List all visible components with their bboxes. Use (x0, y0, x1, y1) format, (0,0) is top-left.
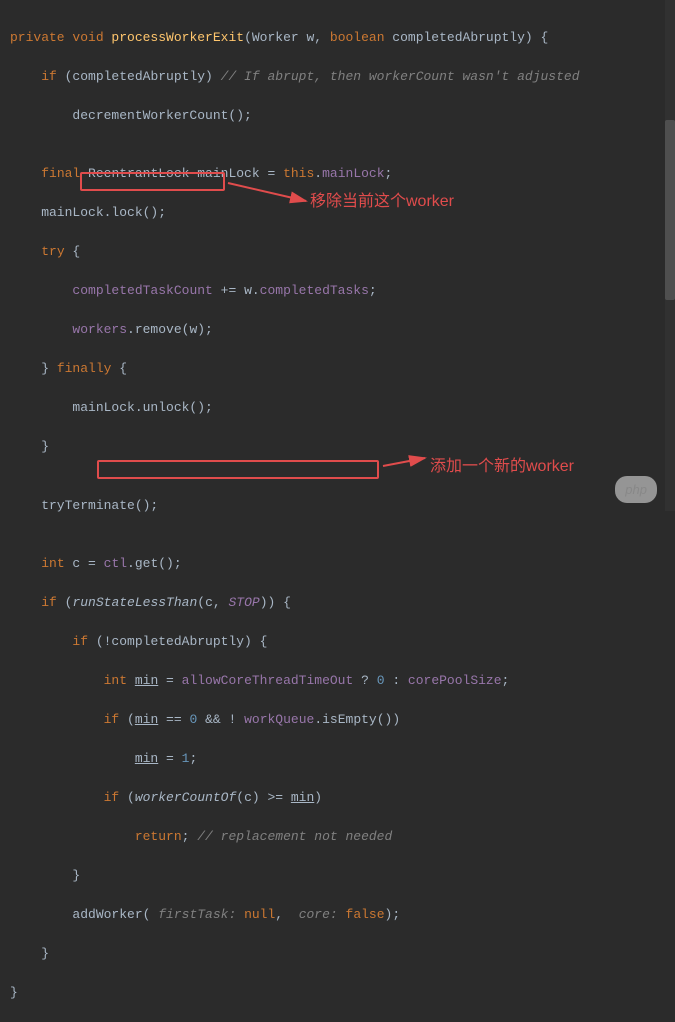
code-line: if (workerCountOf(c) >= min) (10, 788, 665, 808)
code-line: int c = ctl.get(); (10, 554, 665, 574)
annotation-add-worker: 添加一个新的worker (430, 455, 574, 479)
code-line: int min = allowCoreThreadTimeOut ? 0 : c… (10, 671, 665, 691)
code-line: } (10, 983, 665, 1003)
code-editor[interactable]: private void processWorkerExit(Worker w,… (10, 8, 665, 1022)
scrollbar[interactable] (665, 0, 675, 511)
code-line: } (10, 437, 665, 457)
code-line: try { (10, 242, 665, 262)
code-line: tryTerminate(); (10, 496, 665, 516)
code-line: completedTaskCount += w.completedTasks; (10, 281, 665, 301)
code-line: if (completedAbruptly) // If abrupt, the… (10, 67, 665, 87)
code-line: private void processWorkerExit(Worker w,… (10, 28, 665, 48)
scroll-thumb[interactable] (665, 120, 675, 300)
code-line: if (runStateLessThan(c, STOP)) { (10, 593, 665, 613)
code-line: workers.remove(w); (10, 320, 665, 340)
code-line: final ReentrantLock mainLock = this.main… (10, 164, 665, 184)
code-line: min = 1; (10, 749, 665, 769)
watermark: php (615, 476, 657, 504)
annotation-remove-worker: 移除当前这个worker (310, 190, 454, 214)
code-line: return; // replacement not needed (10, 827, 665, 847)
code-line: decrementWorkerCount(); (10, 106, 665, 126)
code-line: if (min == 0 && ! workQueue.isEmpty()) (10, 710, 665, 730)
code-line: } finally { (10, 359, 665, 379)
code-line: if (!completedAbruptly) { (10, 632, 665, 652)
code-line: addWorker( firstTask: null, core: false)… (10, 905, 665, 925)
code-line: } (10, 866, 665, 886)
code-line: } (10, 944, 665, 964)
code-line: mainLock.unlock(); (10, 398, 665, 418)
